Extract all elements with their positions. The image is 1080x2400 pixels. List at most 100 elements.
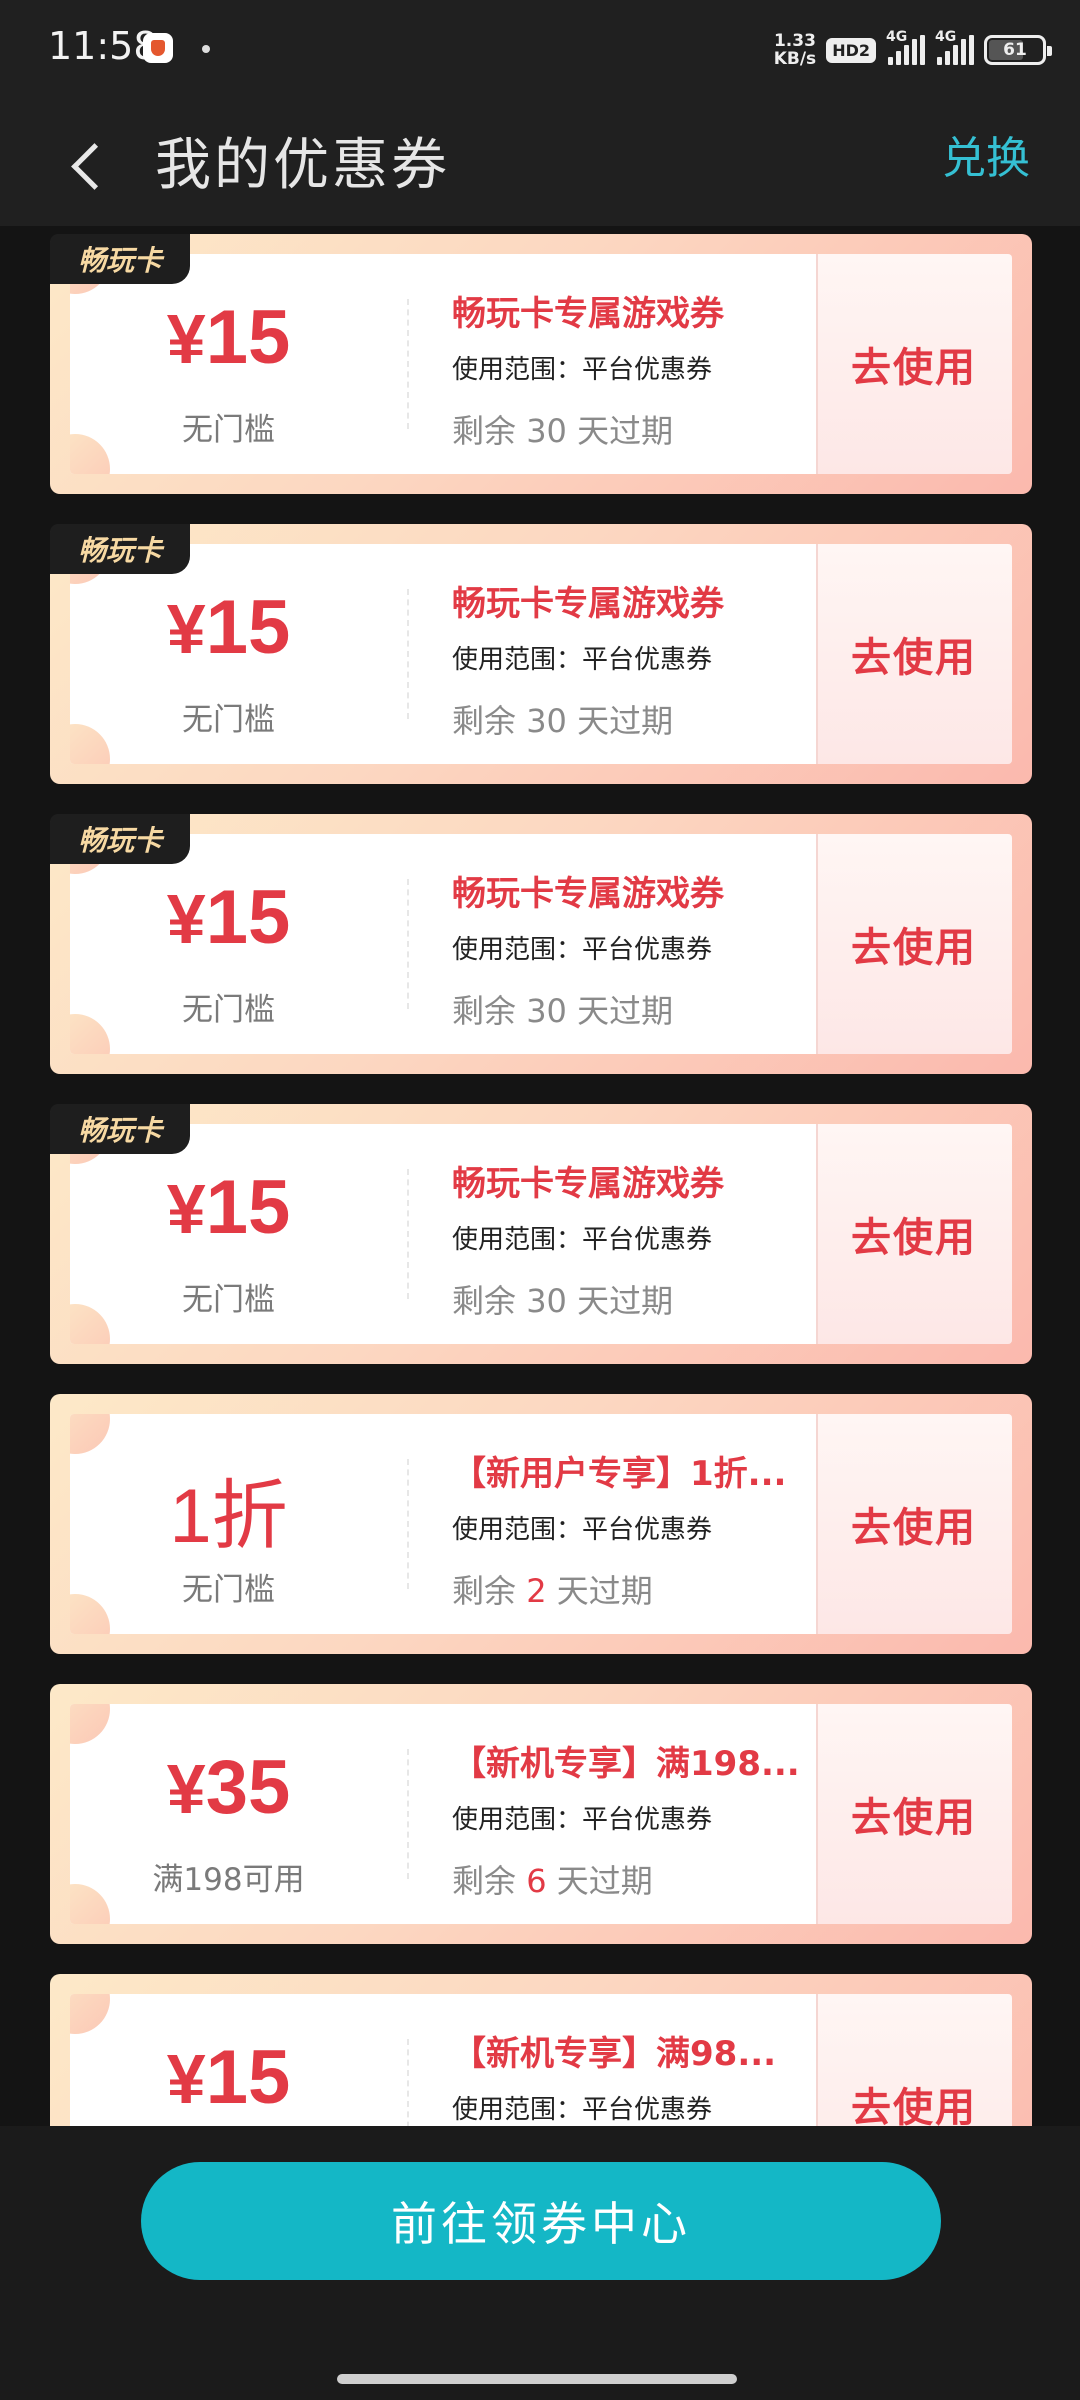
use-coupon-button[interactable]: 去使用 [816, 1704, 1012, 1924]
app-header: 我的优惠券 兑换 [0, 100, 1080, 226]
coupon-list[interactable]: ¥15 无门槛 畅玩卡专属游戏券 使用范围：平台优惠券 剩余 30 天过期 去使… [0, 226, 1080, 2126]
coupon-expiry: 剩余 30 天过期 [452, 1276, 673, 1322]
currency-symbol: ¥ [166, 1750, 206, 1828]
expiry-days: 6 [526, 1862, 547, 1900]
go-to-coupon-center-button[interactable]: 前往领券中心 [141, 2162, 941, 2280]
coupon-tag: 畅玩卡 [50, 1104, 191, 1154]
coupon-discount: 1折 [169, 1474, 288, 1559]
battery-level: 61 [1003, 40, 1027, 60]
coupon-amount: ¥15 [70, 294, 387, 381]
expiry-prefix: 剩余 [452, 992, 517, 1030]
currency-symbol: ¥ [166, 2040, 206, 2118]
signal-1-icon: 4G [886, 29, 925, 65]
use-coupon-button[interactable]: 去使用 [816, 834, 1012, 1054]
coupon-scope: 使用范围：平台优惠券 [452, 1515, 713, 1545]
coupon-title: 畅玩卡专属游戏券 [452, 1164, 724, 1204]
coupon-tag: 畅玩卡 [50, 814, 191, 864]
expiry-suffix: 天过期 [577, 412, 674, 450]
expiry-suffix: 天过期 [556, 1862, 653, 1900]
coupon-expiry: 剩余 30 天过期 [452, 986, 673, 1032]
coupon-divider [407, 1169, 409, 1299]
coupon-amount: ¥15 [70, 874, 387, 961]
coupon-scope: 使用范围：平台优惠券 [452, 355, 713, 385]
coupon-divider [407, 589, 409, 719]
expiry-days: 30 [526, 992, 567, 1030]
status-bar: 11:58 1.33 KB/s HD2 4G 4G 61 [0, 0, 1080, 100]
coupon-expiry: 剩余 2 天过期 [452, 1566, 653, 1612]
expiry-days: 30 [526, 702, 567, 740]
expiry-prefix: 剩余 [452, 702, 517, 740]
home-indicator[interactable] [337, 2374, 737, 2384]
coupon-title: 【新机专享】满198... [452, 1744, 800, 1784]
expiry-suffix: 天过期 [556, 1572, 653, 1610]
use-coupon-button[interactable]: 去使用 [816, 544, 1012, 764]
coupon-scope: 使用范围：平台优惠券 [452, 1225, 713, 1255]
coupon-amount: ¥15 [70, 584, 387, 671]
coupon-card[interactable]: ¥15 无门槛 畅玩卡专属游戏券 使用范围：平台优惠券 剩余 30 天过期 去使… [50, 814, 1032, 1074]
coupon-threshold: 无门槛 [182, 1572, 275, 1608]
coupon-divider [407, 2039, 409, 2126]
coupon-expiry: 剩余 30 天过期 [452, 406, 673, 452]
coupon-threshold: 无门槛 [182, 992, 275, 1028]
coupon-amount-value: 15 [205, 295, 291, 380]
coupon-threshold: 满198可用 [152, 1862, 305, 1898]
coupon-scope: 使用范围：平台优惠券 [452, 645, 713, 675]
coupon-threshold: 无门槛 [182, 1282, 275, 1318]
bottom-bar: 前往领券中心 [0, 2126, 1080, 2400]
network-speed-unit: KB/s [773, 49, 817, 69]
coupon-amount: ¥35 [70, 1744, 387, 1831]
expiry-suffix: 天过期 [577, 702, 674, 740]
use-coupon-button[interactable]: 去使用 [816, 1124, 1012, 1344]
coupon-card[interactable]: 1折 无门槛 【新用户专享】1折... 使用范围：平台优惠券 剩余 2 天过期 … [50, 1394, 1032, 1654]
coupon-title: 【新用户专享】1折... [452, 1454, 787, 1494]
coupon-amount-value: 15 [205, 585, 291, 670]
coupon-threshold: 无门槛 [182, 702, 275, 738]
coupon-divider [407, 299, 409, 429]
app-notification-icon [143, 33, 173, 63]
coupon-card[interactable]: ¥15 无门槛 畅玩卡专属游戏券 使用范围：平台优惠券 剩余 30 天过期 去使… [50, 234, 1032, 494]
coupon-card[interactable]: ¥15 无门槛 畅玩卡专属游戏券 使用范围：平台优惠券 剩余 30 天过期 去使… [50, 1104, 1032, 1364]
coupon-tag: 畅玩卡 [50, 524, 191, 574]
coupon-threshold: 无门槛 [182, 412, 275, 448]
use-coupon-button[interactable]: 去使用 [816, 254, 1012, 474]
exchange-button[interactable]: 兑换 [942, 122, 1030, 186]
coupon-amount-value: 35 [205, 1745, 291, 1830]
back-arrow-icon[interactable] [56, 128, 126, 198]
coupon-expiry: 剩余 6 天过期 [452, 1856, 653, 1902]
network-speed: 1.33 KB/s [774, 32, 816, 68]
coupon-card[interactable]: ¥15 【新机专享】满98... 使用范围：平台优惠券 去使用 [50, 1974, 1032, 2126]
expiry-suffix: 天过期 [577, 992, 674, 1030]
signal-1-label: 4G [886, 29, 908, 45]
coupon-divider [407, 879, 409, 1009]
use-coupon-button[interactable]: 去使用 [816, 1414, 1012, 1634]
coupon-tag: 畅玩卡 [50, 234, 191, 284]
expiry-days: 2 [526, 1572, 547, 1610]
coupon-amount: ¥15 [70, 2034, 387, 2121]
coupon-scope: 使用范围：平台优惠券 [452, 1805, 713, 1835]
status-time: 11:58 [48, 24, 158, 68]
coupon-card[interactable]: ¥35 满198可用 【新机专享】满198... 使用范围：平台优惠券 剩余 6… [50, 1684, 1032, 1944]
status-indicators: 1.33 KB/s HD2 4G 4G 61 [774, 28, 1052, 72]
coupon-card[interactable]: ¥15 无门槛 畅玩卡专属游戏券 使用范围：平台优惠券 剩余 30 天过期 去使… [50, 524, 1032, 784]
expiry-suffix: 天过期 [577, 1282, 674, 1320]
network-speed-value: 1.33 [773, 31, 816, 51]
coupon-title: 【新机专享】满98... [452, 2034, 777, 2074]
signal-2-icon: 4G [935, 29, 974, 65]
coupon-scope: 使用范围：平台优惠券 [452, 935, 713, 965]
coupon-amount-value: 15 [205, 1165, 291, 1250]
currency-symbol: ¥ [166, 300, 206, 378]
currency-symbol: ¥ [166, 1170, 206, 1248]
page-title: 我的优惠券 [155, 133, 450, 198]
signal-2-label: 4G [935, 29, 957, 45]
coupon-divider [407, 1749, 409, 1879]
coupon-title: 畅玩卡专属游戏券 [452, 294, 724, 334]
coupon-divider [407, 1459, 409, 1589]
coupon-title: 畅玩卡专属游戏券 [452, 584, 724, 624]
expiry-prefix: 剩余 [452, 412, 517, 450]
coupon-amount: ¥15 [70, 1164, 387, 1251]
use-coupon-button[interactable]: 去使用 [816, 1994, 1012, 2126]
battery-icon: 61 [984, 35, 1052, 65]
coupon-scope: 使用范围：平台优惠券 [452, 2095, 713, 2125]
coupon-amount-value: 15 [205, 2035, 291, 2120]
coupon-expiry: 剩余 30 天过期 [452, 696, 673, 742]
